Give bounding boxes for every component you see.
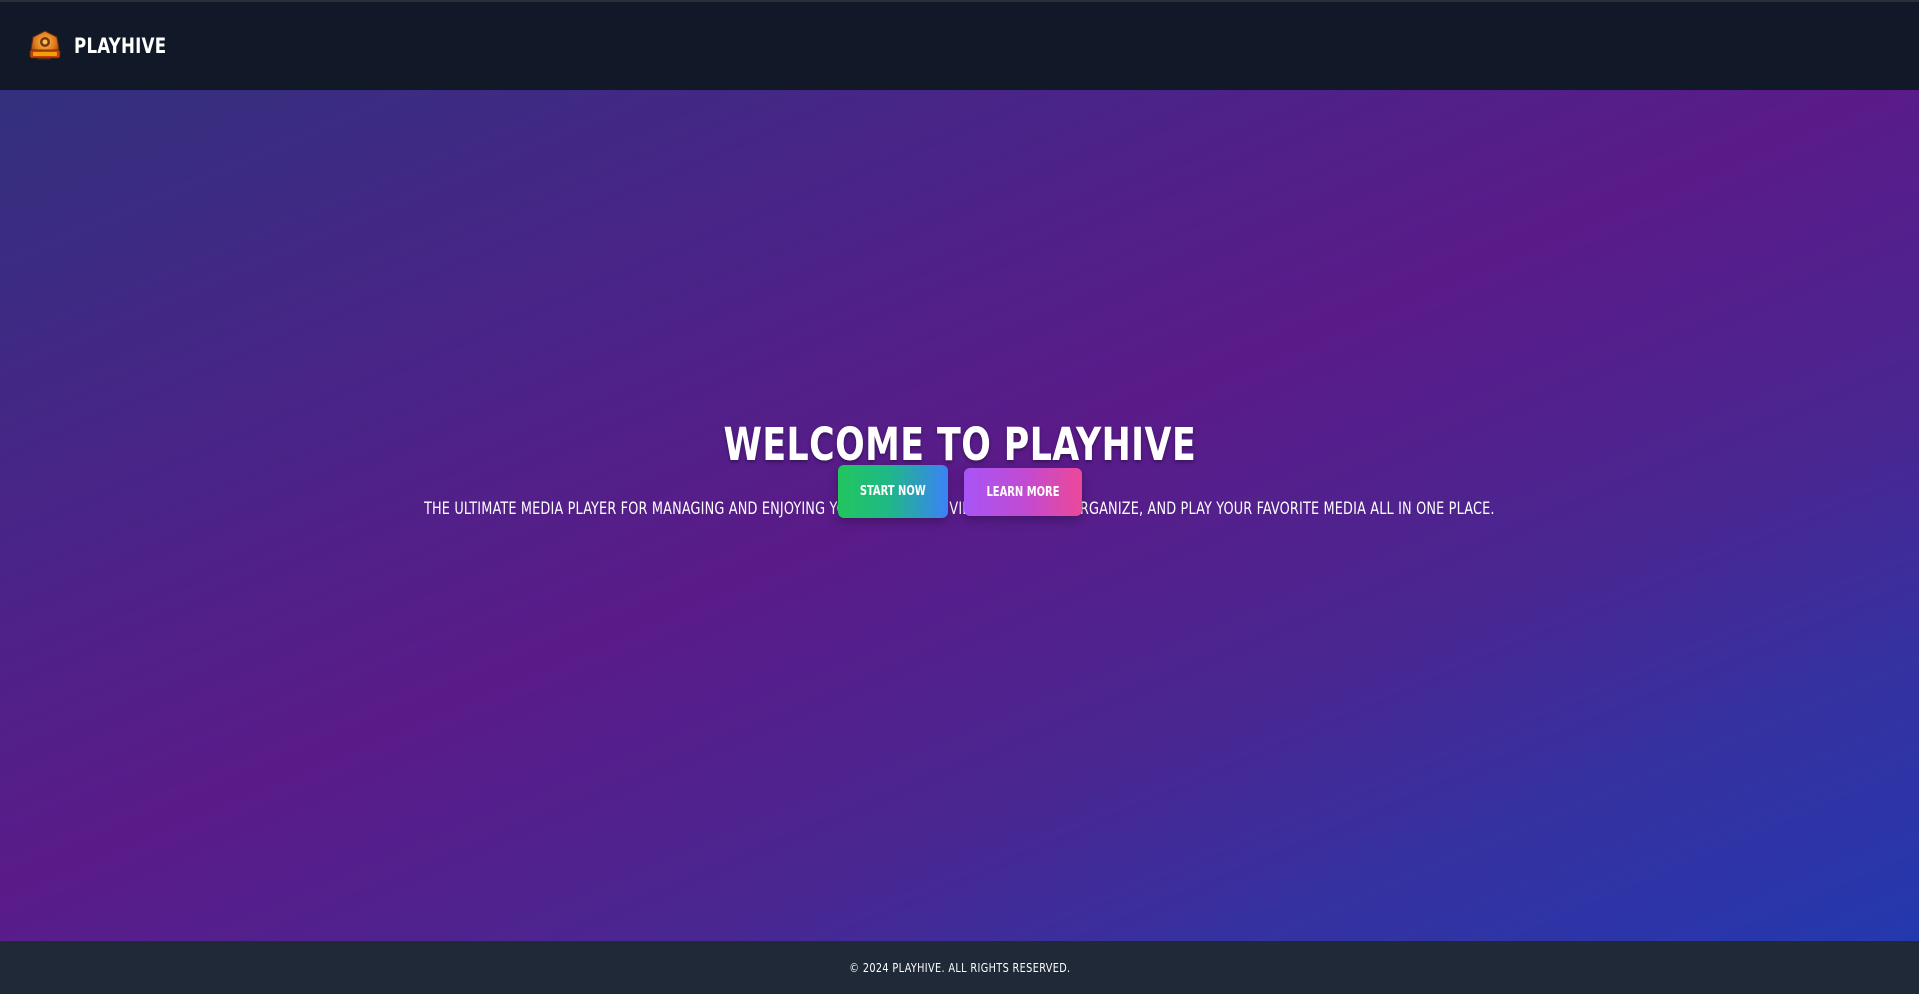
hero-title-text: WELCOME TO PLAYHIVE: [723, 418, 1196, 471]
site-footer: © 2024 PLAYHIVE. ALL RIGHTS RESERVED.: [0, 941, 1919, 994]
copyright-text: © 2024 PLAYHIVE. ALL RIGHTS RESERVED.: [848, 960, 1071, 975]
hero-subtitle: THE ULTIMATE MEDIA PLAYER FOR MANAGING A…: [0, 501, 1919, 518]
hero-section: WELCOME TO PLAYHIVE THE ULTIMATE MEDIA P…: [0, 90, 1919, 941]
learn-more-button[interactable]: LEARN MORE: [964, 468, 1082, 516]
hero-title: WELCOME TO PLAYHIVE: [0, 422, 1919, 467]
site-header: PLAYHIVE: [0, 2, 1919, 90]
start-now-label: START NOW: [860, 484, 926, 499]
playhive-logo-icon[interactable]: [26, 29, 64, 63]
start-now-button[interactable]: START NOW: [838, 465, 948, 518]
learn-more-label: LEARN MORE: [986, 484, 1060, 500]
brand-name[interactable]: PLAYHIVE: [74, 34, 166, 58]
hero-subtitle-text: THE ULTIMATE MEDIA PLAYER FOR MANAGING A…: [424, 499, 1495, 519]
